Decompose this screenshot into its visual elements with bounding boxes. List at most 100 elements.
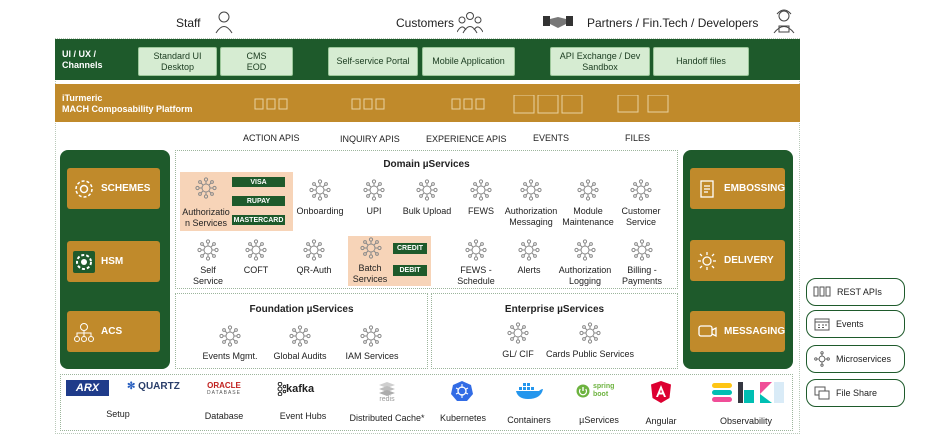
api-icons-strip — [254, 95, 669, 114]
file-share-icon — [814, 386, 830, 400]
events-mgmt-icon — [219, 325, 241, 347]
event-hubs-label: Event Hubs — [279, 411, 327, 421]
service-authorization-logging-label: Authorization Logging — [558, 265, 612, 286]
cards-public-services-label: Cards Public Services — [545, 349, 635, 359]
experience-apis-label: EXPERIENCE APIS — [426, 134, 507, 144]
handshake-icon — [543, 16, 573, 28]
authorization-services-icon — [195, 177, 217, 199]
quartz-icon: ✻ — [127, 381, 136, 392]
iam-services-icon — [360, 325, 382, 347]
service-billing--payments-icon — [631, 239, 653, 261]
setup-label: Setup — [106, 409, 130, 419]
service-fews-icon — [470, 179, 492, 201]
domain-services-title: Domain µServices — [383, 159, 470, 170]
cards-public-services-icon — [579, 322, 601, 344]
events-mgmt-label: Events Mgmt. — [202, 351, 258, 361]
legend-microservices: Microservices — [806, 345, 905, 373]
debit-tag: DEBIT — [393, 265, 427, 276]
service-customer-label: Customer Service — [621, 206, 661, 227]
legend-file-share: File Share — [806, 379, 905, 407]
staff-icon — [215, 11, 233, 34]
network-icon — [73, 321, 95, 343]
service-alerts--icon — [518, 239, 540, 261]
service-billing--payments-label: Billing - Payments — [621, 265, 663, 286]
spring-icon — [576, 384, 590, 398]
observability-label: Observability — [719, 416, 773, 426]
staff-label: Staff — [176, 16, 201, 30]
service-bulk-upload-icon — [416, 179, 438, 201]
delivery-icon — [696, 250, 718, 272]
kafka-logo: kafka — [276, 382, 314, 396]
oracle-logo: ORACLE DATABASE — [207, 381, 241, 396]
gl-cif-icon — [507, 322, 529, 344]
database-label: Database — [204, 411, 244, 421]
message-icon — [696, 321, 718, 343]
foundation-services-title: Foundation µServices — [249, 304, 354, 315]
spring-boot-logo: spring boot — [576, 383, 614, 399]
delivery-button[interactable]: DELIVERY — [690, 240, 785, 281]
legend-rest-apis: REST APIs — [806, 278, 905, 306]
document-icon — [696, 178, 718, 200]
redis-icon — [379, 382, 395, 396]
cms-eod-button[interactable]: CMS EOD — [220, 47, 293, 76]
acs-button[interactable]: ACS — [67, 311, 160, 352]
microservices-tech-label: µServices — [579, 415, 619, 425]
service-self-icon — [197, 239, 219, 261]
service-upi-icon — [363, 179, 385, 201]
partners-label: Partners / Fin.Tech / Developers — [587, 16, 759, 30]
angular-label: Angular — [645, 416, 677, 426]
customers-label: Customers — [396, 16, 455, 30]
service-authorization-icon — [520, 179, 542, 201]
inquiry-apis-label: INQUIRY APIS — [340, 134, 400, 144]
service-onboarding-icon — [309, 179, 331, 201]
service-coft-icon — [245, 239, 267, 261]
legend-events: Events — [806, 310, 905, 338]
events-label: EVENTS — [533, 133, 570, 143]
service-module-icon — [577, 179, 599, 201]
iam-services-label: IAM Services — [345, 351, 399, 361]
schemes-button[interactable]: SCHEMES — [67, 168, 160, 209]
global-audits-label: Global Audits — [273, 351, 327, 361]
calendar-icon — [814, 318, 830, 331]
microservice-icon — [814, 351, 830, 367]
batch-services-label: Batch Services — [352, 263, 388, 284]
service-coft-label: COFT — [243, 265, 269, 275]
hsm-button[interactable]: HSM — [67, 241, 160, 282]
authorization-services-label: Authorizatio n Services — [182, 207, 230, 228]
action-apis-label: ACTION APIS — [243, 133, 300, 143]
embossing-button[interactable]: EMBOSSING — [690, 168, 785, 209]
batch-services-icon — [360, 237, 382, 259]
global-audits-icon — [289, 325, 311, 347]
mobile-application-button[interactable]: Mobile Application — [422, 47, 515, 76]
handoff-files-button[interactable]: Handoff files — [653, 47, 749, 76]
standard-ui-desktop-button[interactable]: Standard UI Desktop — [138, 47, 217, 76]
service-alerts--label: Alerts — [517, 265, 541, 275]
gear-icon — [73, 178, 95, 200]
elk-stack-icon — [712, 382, 784, 403]
gl-cif-label: GL/ CIF — [502, 349, 534, 359]
channels-title: UI / UX / Channels — [62, 49, 103, 70]
credit-tag: CREDIT — [393, 243, 427, 254]
self-service-portal-button[interactable]: Self-service Portal — [328, 47, 418, 76]
service-authorization-logging-icon — [574, 239, 596, 261]
visa-tag: VISA — [232, 177, 285, 187]
files-label: FILES — [625, 133, 651, 143]
docker-icon — [516, 383, 543, 399]
service-authorization-label: Authorization Messaging — [504, 206, 558, 227]
messaging-button[interactable]: MESSAGING — [690, 311, 785, 352]
rupay-tag: RUPAY — [232, 196, 285, 206]
angular-icon — [651, 381, 671, 403]
distributed-cache-label: Distributed Cache* — [349, 413, 425, 423]
developer-icon — [773, 9, 795, 34]
kafka-icon — [277, 382, 286, 396]
service-qr-auth-label: QR-Auth — [296, 265, 332, 275]
mastercard-tag: MASTERCARD — [232, 215, 285, 225]
customers-icon — [457, 12, 483, 34]
arx-logo: ARX — [66, 380, 109, 396]
service-qr-auth-icon — [303, 239, 325, 261]
redis-logo: redis — [379, 396, 395, 403]
quartz-logo: ✻ QUARTZ — [127, 381, 180, 392]
service-fews--schedule-icon — [465, 239, 487, 261]
api-exchange-button[interactable]: API Exchange / Dev Sandbox — [550, 47, 650, 76]
platform-title: iTurmeric MACH Composability Platform — [62, 93, 193, 114]
